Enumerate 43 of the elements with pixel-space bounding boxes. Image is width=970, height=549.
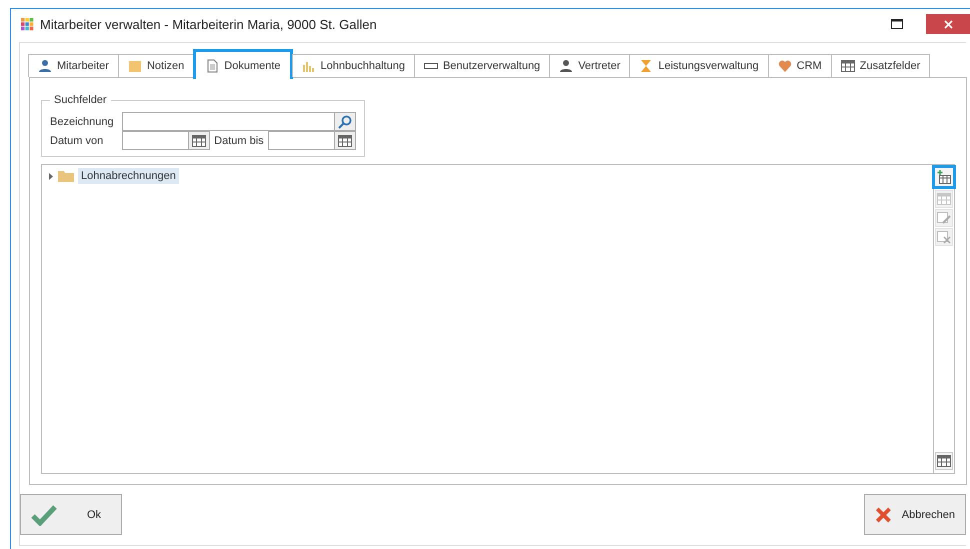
- table-icon: [937, 455, 951, 467]
- calendar-button[interactable]: [188, 132, 209, 149]
- add-table-icon: [937, 170, 951, 184]
- field-label: Datum von: [50, 134, 104, 146]
- person-icon: [38, 59, 52, 73]
- edit-table-icon: [937, 211, 951, 225]
- tab[interactable]: Mitarbeiter: [28, 54, 119, 77]
- table-button[interactable]: [935, 452, 953, 470]
- close-icon: [944, 20, 952, 28]
- field-label: Datum bis: [213, 134, 265, 146]
- heart-icon: [778, 59, 792, 73]
- table-icon: [840, 60, 855, 72]
- ok-button[interactable]: Ok: [20, 494, 122, 535]
- maximize-icon[interactable]: [891, 19, 903, 29]
- app-logo-icon: [21, 18, 34, 30]
- note-icon: [128, 59, 142, 73]
- calendar-icon: [338, 134, 352, 146]
- close-button[interactable]: [926, 14, 970, 34]
- search-button[interactable]: [334, 113, 355, 130]
- search-icon: [338, 114, 352, 128]
- calendar-icon: [192, 134, 206, 146]
- field-label: Bezeichnung: [50, 116, 115, 128]
- expand-arrow-icon[interactable]: [48, 172, 54, 180]
- date-field[interactable]: [122, 131, 210, 150]
- person-icon: [559, 59, 574, 73]
- window-title: Mitarbeiter verwalten - Mitarbeiterin Maria, 9000 St. Gallen: [40, 16, 378, 32]
- checkmark-icon: [31, 504, 57, 526]
- copy-table-icon: [937, 193, 951, 205]
- bar-chart-icon: [302, 59, 316, 73]
- tab[interactable]: Zusatzfelder: [830, 54, 930, 77]
- tab[interactable]: Lohnbuchhaltung: [292, 54, 415, 77]
- document-icon: [205, 58, 220, 72]
- cancel-button[interactable]: Abbrechen: [864, 494, 966, 535]
- calendar-button[interactable]: [334, 132, 355, 149]
- tree-item[interactable]: Lohnabrechnungen: [78, 168, 179, 184]
- group-legend: Suchfelder: [50, 94, 111, 106]
- tab[interactable]: Dokumente: [193, 49, 293, 79]
- hourglass-icon: [639, 59, 654, 73]
- add-button[interactable]: [932, 165, 956, 189]
- input-field[interactable]: [122, 112, 356, 131]
- date-field[interactable]: [268, 131, 356, 150]
- delete-table-icon: [937, 230, 951, 244]
- folder-icon: [58, 170, 74, 182]
